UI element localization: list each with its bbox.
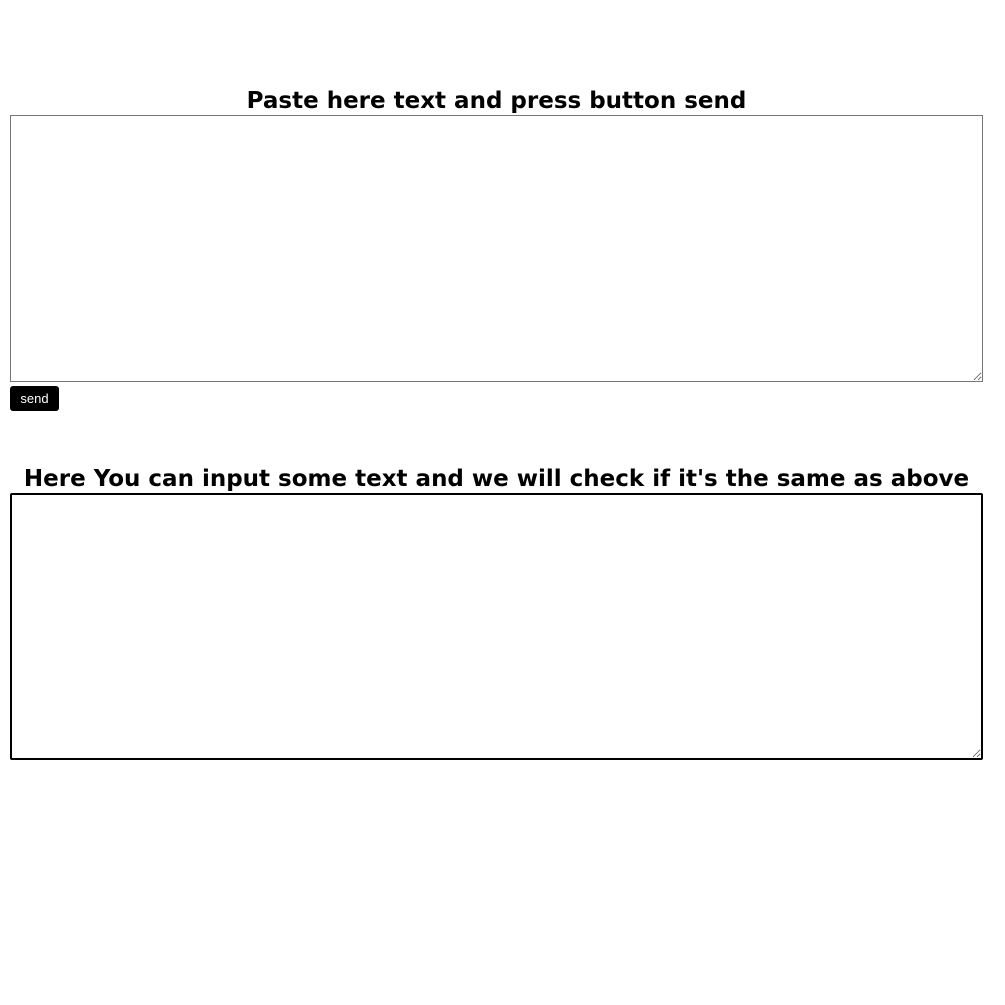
paste-heading: Paste here text and press button send <box>246 88 747 114</box>
compare-textarea[interactable] <box>10 493 983 760</box>
compare-heading: Here You can input some text and we will… <box>23 466 970 492</box>
send-button[interactable]: send <box>10 386 59 411</box>
paste-textarea[interactable] <box>10 115 983 382</box>
